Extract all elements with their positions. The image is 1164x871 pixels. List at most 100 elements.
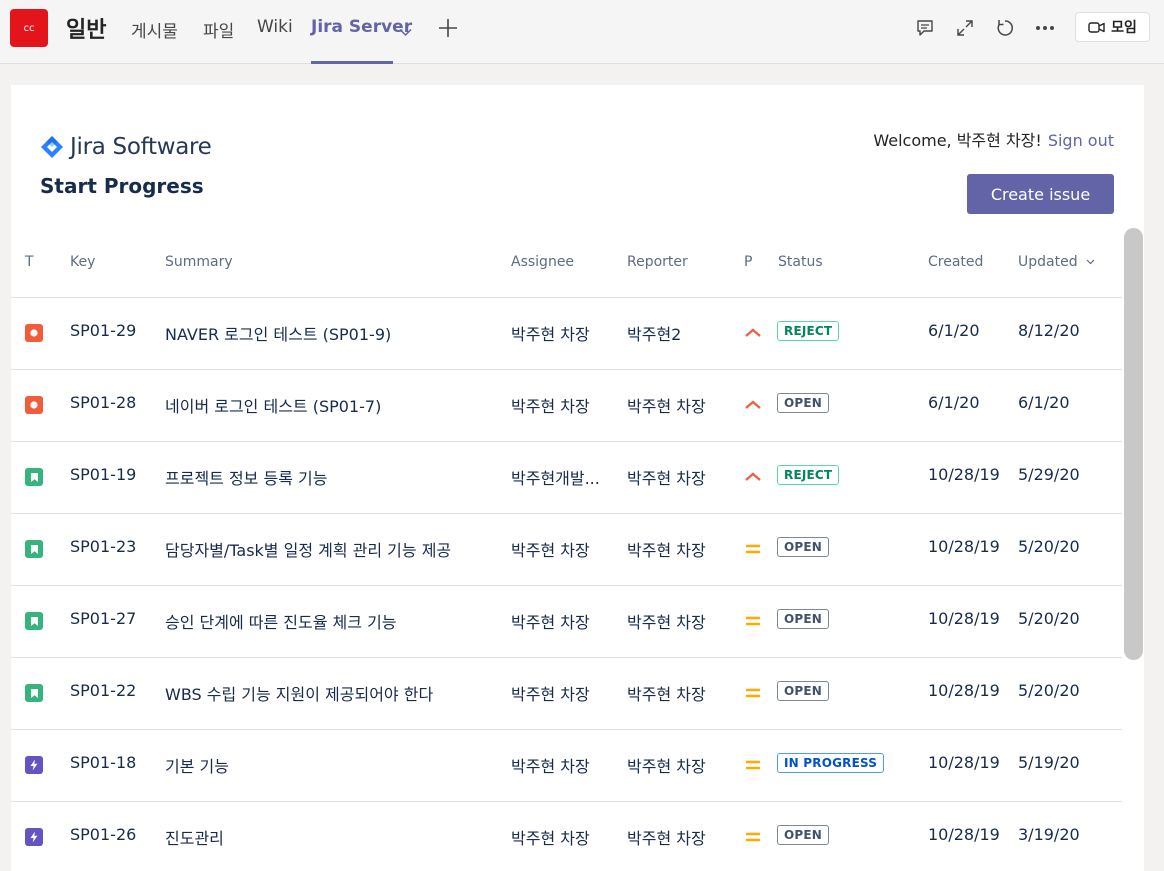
issue-summary-link[interactable]: 담당자별/Task별 일정 계획 관리 기능 제공 <box>165 537 451 561</box>
table-row[interactable]: SP01-23 담당자별/Task별 일정 계획 관리 기능 제공 박주현 차장 박주… <box>11 514 1122 586</box>
story-type-icon <box>25 684 43 702</box>
bug-type-icon <box>25 396 43 414</box>
priority-high-icon <box>744 469 762 485</box>
bug-type-icon <box>25 324 43 342</box>
col-priority[interactable]: P <box>744 254 752 270</box>
status-badge: OPEN <box>777 681 830 701</box>
story-type-icon <box>25 468 43 486</box>
more-options-icon[interactable] <box>1034 17 1056 39</box>
issue-updated: 3/19/20 <box>1018 825 1080 844</box>
issue-key-link[interactable]: SP01-19 <box>70 465 136 484</box>
issue-created: 10/28/19 <box>928 681 1000 700</box>
issue-reporter: 박주현 차장 <box>627 397 706 416</box>
issue-updated: 6/1/20 <box>1018 393 1070 412</box>
issue-summary-link[interactable]: WBS 수립 기능 지원이 제공되어야 한다 <box>165 681 433 705</box>
table-row[interactable]: SP01-19 프로젝트 정보 등록 기능 박주현개발... 박주현 차장 REJECT… <box>11 442 1122 514</box>
issue-assignee: 박주현 차장 <box>511 613 590 632</box>
issue-created: 6/1/20 <box>928 393 980 412</box>
col-key[interactable]: Key <box>70 254 95 270</box>
issue-key-link[interactable]: SP01-22 <box>70 681 136 700</box>
tab-wiki[interactable]: Wiki <box>257 17 293 37</box>
table-row[interactable]: SP01-29 NAVER 로그인 테스트 (SP01-9) 박주현 차장 박주현2 R… <box>11 298 1122 370</box>
video-camera-icon <box>1088 21 1105 33</box>
page-title: Start Progress <box>40 174 204 198</box>
sign-out-link[interactable]: Sign out <box>1048 131 1114 150</box>
meet-button[interactable]: 모임 <box>1075 12 1150 42</box>
issue-reporter: 박주현 차장 <box>627 541 706 560</box>
col-status[interactable]: Status <box>778 254 823 270</box>
chevron-down-icon[interactable] <box>399 22 412 41</box>
issue-assignee: 박주현 차장 <box>511 541 590 560</box>
issue-updated: 5/20/20 <box>1018 609 1080 628</box>
status-badge: OPEN <box>777 825 830 845</box>
epic-type-icon <box>25 828 43 846</box>
story-type-icon <box>25 612 43 630</box>
issue-assignee: 박주현 차장 <box>511 325 590 344</box>
issue-key-link[interactable]: SP01-18 <box>70 753 136 772</box>
meet-label: 모임 <box>1111 20 1137 36</box>
col-summary[interactable]: Summary <box>165 254 233 270</box>
priority-high-icon <box>744 325 762 341</box>
col-created[interactable]: Created <box>928 254 983 270</box>
channel-name: 일반 <box>66 18 107 43</box>
issue-key-link[interactable]: SP01-23 <box>70 537 136 556</box>
scrollbar-thumb[interactable] <box>1124 228 1143 660</box>
table-row[interactable]: SP01-26 진도관리 박주현 차장 박주현 차장 OPEN 10/28/19 3/19/… <box>11 802 1122 871</box>
col-type[interactable]: T <box>25 254 34 270</box>
table-row[interactable]: SP01-28 네이버 로그인 테스트 (SP01-7) 박주현 차장 박주현 차장 O… <box>11 370 1122 442</box>
issue-summary-link[interactable]: 승인 단계에 따른 진도율 체크 기능 <box>165 609 397 633</box>
issue-created: 10/28/19 <box>928 537 1000 556</box>
issue-assignee: 박주현개발... <box>511 469 600 488</box>
team-avatar[interactable]: cc <box>10 9 48 47</box>
col-updated-label: Updated <box>1018 254 1078 270</box>
col-updated[interactable]: Updated <box>1018 254 1095 270</box>
status-badge: OPEN <box>777 609 830 629</box>
table-row[interactable]: SP01-22 WBS 수립 기능 지원이 제공되어야 한다 박주현 차장 박주현 차… <box>11 658 1122 730</box>
jira-panel: Jira Software Start Progress Welcome, 박주… <box>11 85 1144 871</box>
scrollbar[interactable] <box>1123 228 1143 871</box>
issue-summary-link[interactable]: 네이버 로그인 테스트 (SP01-7) <box>165 393 381 417</box>
issue-table-body: SP01-29 NAVER 로그인 테스트 (SP01-9) 박주현 차장 박주현2 R… <box>11 298 1122 871</box>
issue-reporter: 박주현 차장 <box>627 685 706 704</box>
issue-updated: 5/20/20 <box>1018 537 1080 556</box>
status-badge: OPEN <box>777 393 830 413</box>
issue-created: 10/28/19 <box>928 753 1000 772</box>
tab-jira-server[interactable]: Jira Server <box>311 17 412 37</box>
issue-reporter: 박주현2 <box>627 325 682 344</box>
story-type-icon <box>25 540 43 558</box>
tab-files[interactable]: 파일 <box>203 17 234 42</box>
issue-created: 10/28/19 <box>928 609 1000 628</box>
col-assignee[interactable]: Assignee <box>511 254 574 270</box>
col-reporter[interactable]: Reporter <box>627 254 688 270</box>
tab-posts[interactable]: 게시물 <box>131 17 178 42</box>
issue-created: 10/28/19 <box>928 825 1000 844</box>
issue-key-link[interactable]: SP01-27 <box>70 609 136 628</box>
priority-medium-icon <box>744 685 762 701</box>
jira-brand: Jira Software <box>40 134 212 160</box>
add-tab-icon[interactable] <box>438 18 458 42</box>
issue-assignee: 박주현 차장 <box>511 397 590 416</box>
issue-key-link[interactable]: SP01-28 <box>70 393 136 412</box>
refresh-icon[interactable] <box>994 17 1016 39</box>
issue-reporter: 박주현 차장 <box>627 757 706 776</box>
issue-summary-link[interactable]: 진도관리 <box>165 825 224 849</box>
create-issue-button[interactable]: Create issue <box>967 174 1114 214</box>
sort-desc-icon <box>1086 259 1095 265</box>
issue-key-link[interactable]: SP01-26 <box>70 825 136 844</box>
issue-summary-link[interactable]: NAVER 로그인 테스트 (SP01-9) <box>165 321 391 345</box>
expand-icon[interactable] <box>954 17 976 39</box>
issue-assignee: 박주현 차장 <box>511 829 590 848</box>
status-badge: REJECT <box>777 321 840 341</box>
issue-created: 10/28/19 <box>928 465 1000 484</box>
table-row[interactable]: SP01-27 승인 단계에 따른 진도율 체크 기능 박주현 차장 박주현 차장 OP… <box>11 586 1122 658</box>
table-row[interactable]: SP01-18 기본 기능 박주현 차장 박주현 차장 IN PROGRESS 10/28… <box>11 730 1122 802</box>
issue-key-link[interactable]: SP01-29 <box>70 321 136 340</box>
teams-header: cc 일반 게시물 파일 Wiki Jira Server 모임 <box>0 0 1164 64</box>
issue-reporter: 박주현 차장 <box>627 613 706 632</box>
table-header: T Key Summary Assignee Reporter P Status… <box>11 228 1122 298</box>
issue-summary-link[interactable]: 기본 기능 <box>165 753 229 777</box>
conversation-icon[interactable] <box>914 17 936 39</box>
brand-name: Jira Software <box>70 134 212 160</box>
issue-updated: 5/19/20 <box>1018 753 1080 772</box>
issue-summary-link[interactable]: 프로젝트 정보 등록 기능 <box>165 465 327 489</box>
